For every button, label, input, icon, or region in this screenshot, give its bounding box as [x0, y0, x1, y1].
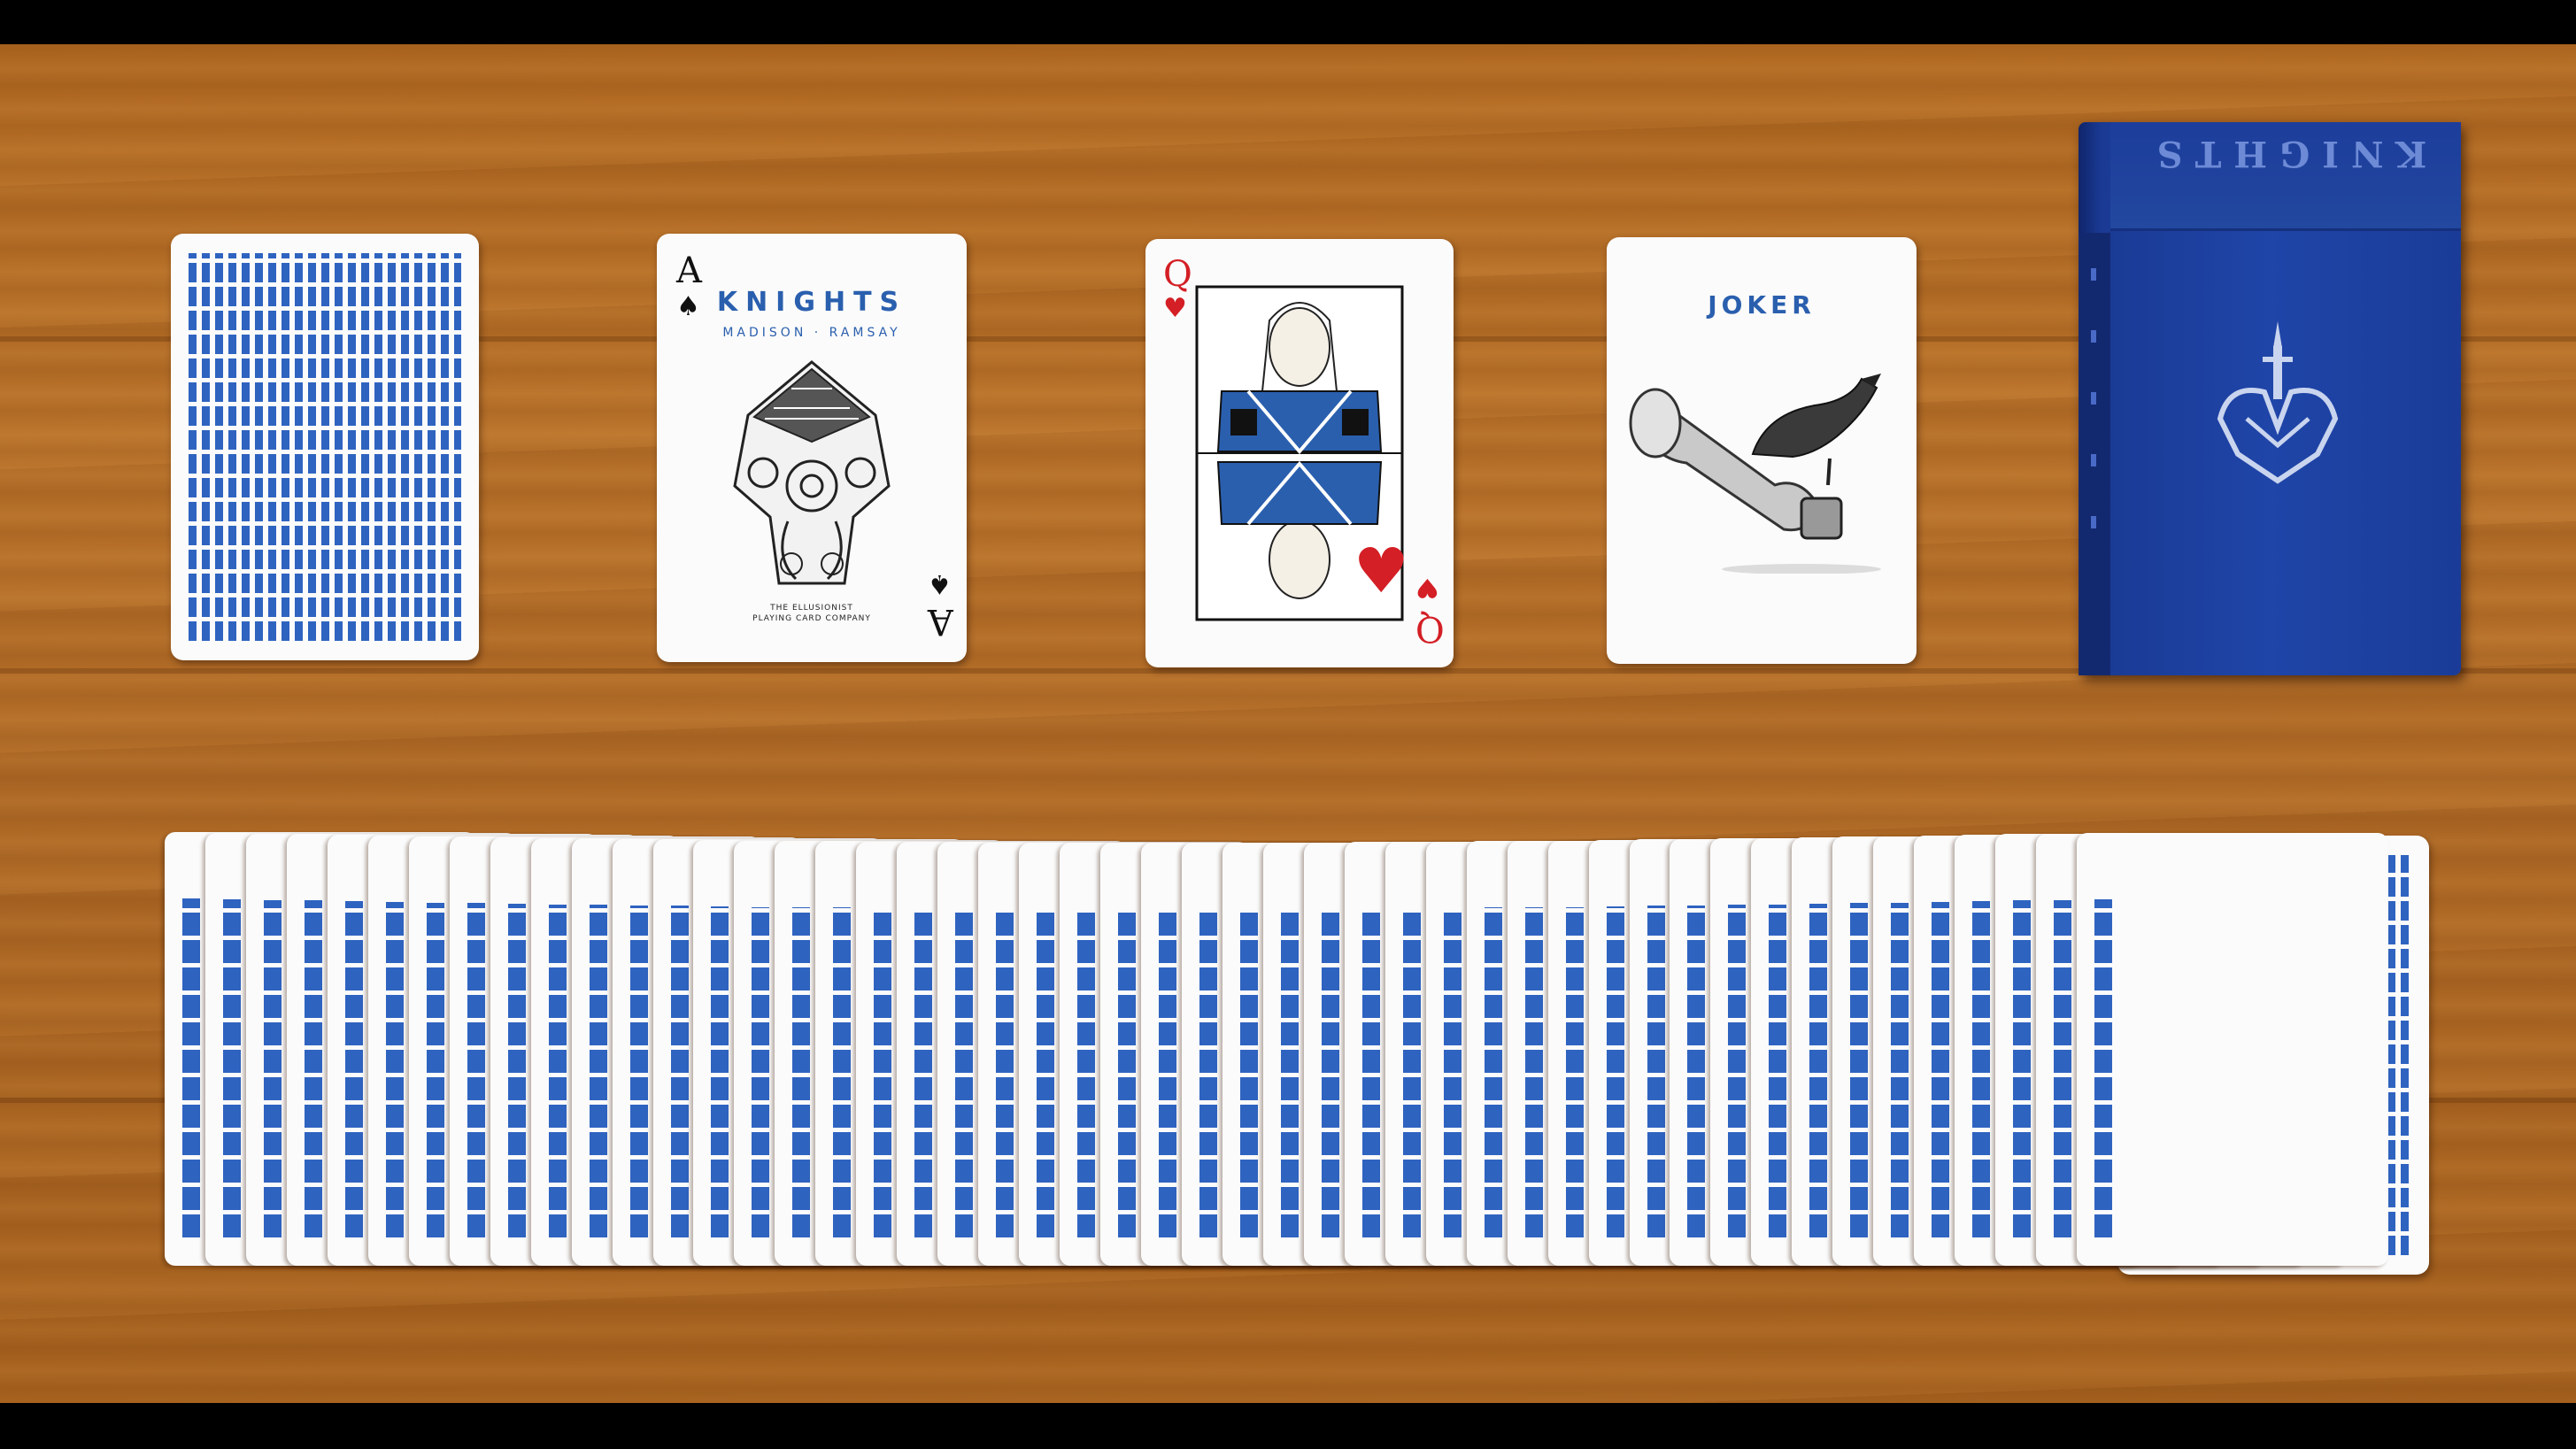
card-edge-pattern — [914, 908, 932, 1237]
card-edge-pattern — [2054, 900, 2071, 1237]
card-edge-pattern — [671, 906, 689, 1237]
box-side-mark — [2091, 392, 2096, 405]
card-edge-pattern — [792, 907, 810, 1237]
card-edge-pattern — [508, 904, 526, 1237]
card-edge-pattern — [630, 906, 648, 1237]
box-side-mark — [2091, 516, 2096, 528]
card-edge-pattern — [1728, 905, 1746, 1237]
card-box-title: KNIGHTS — [2144, 133, 2427, 174]
ace-of-spades-card: A ♠ KNIGHTS MADISON · RAMSAY THE ELLUSIO… — [657, 234, 967, 662]
card-edge-pattern — [549, 905, 567, 1237]
box-side-mark — [2091, 330, 2096, 343]
card-edge-pattern — [467, 903, 485, 1237]
card-edge-pattern — [1077, 909, 1095, 1237]
card-edge-pattern — [711, 906, 729, 1237]
heart-large-pip: ♥ — [1354, 535, 1409, 607]
card-edge-pattern — [427, 903, 444, 1237]
card-edge-pattern — [1607, 906, 1624, 1237]
card-back-pattern — [189, 253, 461, 641]
knight-helmet-illustration — [733, 360, 891, 585]
card-edge-pattern — [2094, 899, 2112, 1237]
card-edge-pattern — [1037, 909, 1054, 1237]
card-edge-pattern — [1972, 901, 1990, 1237]
card-box-side — [2079, 233, 2110, 675]
spade-pip-bottom: ♠ — [928, 568, 952, 599]
fanned-card-edge — [2077, 833, 2388, 1266]
queen-rank-bottom: Q — [1415, 608, 1445, 649]
ace-footer-line2: PLAYING CARD COMPANY — [752, 614, 871, 623]
card-edge-pattern — [874, 908, 891, 1237]
card-edge-pattern — [1891, 903, 1909, 1237]
ace-rank-top: A — [676, 250, 702, 291]
card-edge-pattern — [1403, 908, 1421, 1237]
card-edge-pattern — [1525, 907, 1543, 1237]
card-edge-pattern — [182, 898, 200, 1237]
ace-rank-bottom: A — [928, 601, 953, 642]
card-edge-pattern — [1199, 909, 1217, 1237]
card-edge-pattern — [386, 902, 404, 1237]
card-edge-pattern — [1932, 902, 1949, 1237]
card-edge-pattern — [305, 900, 322, 1237]
queen-of-hearts-card: Q ♥ ♥ ♥ Q — [1145, 239, 1454, 667]
card-edge-pattern — [1809, 904, 1827, 1237]
raven-on-fallen-king-illustration — [1629, 374, 1881, 574]
card-edge-pattern — [1444, 908, 1462, 1237]
card-edge-pattern — [1281, 909, 1299, 1237]
joker-title: JOKER — [1708, 290, 1816, 320]
heart-pip-top: ♥ — [1163, 293, 1187, 324]
card-edge-pattern — [590, 905, 607, 1237]
ace-subtitle: MADISON · RAMSAY — [722, 326, 901, 340]
bottom-letterbox-bar — [0, 1403, 2576, 1449]
card-edge-pattern — [1687, 906, 1705, 1237]
card-edge-pattern — [223, 899, 241, 1237]
card-edge-pattern — [264, 900, 282, 1237]
fanned-deck — [165, 832, 2433, 1275]
card-edge-pattern — [1362, 908, 1380, 1237]
card-edge-pattern — [833, 907, 851, 1237]
card-edge-pattern — [1769, 905, 1786, 1237]
ace-brand: KNIGHTS — [716, 287, 907, 318]
card-edge-pattern — [955, 908, 973, 1237]
box-side-mark — [2091, 454, 2096, 466]
card-back — [171, 234, 479, 660]
knight-emblem-icon — [2217, 321, 2339, 484]
card-edge-pattern — [1240, 909, 1258, 1237]
heart-pip-bottom: ♥ — [1415, 572, 1439, 603]
top-letterbox-bar — [0, 0, 2576, 44]
card-edge-pattern — [1647, 906, 1665, 1237]
card-edge-pattern — [2013, 900, 2031, 1237]
card-box-top: KNIGHTS — [2110, 122, 2461, 231]
card-edge-pattern — [1566, 907, 1584, 1237]
card-edge-pattern — [1850, 903, 1868, 1237]
card-edge-pattern — [1118, 909, 1136, 1237]
queen-rank-top: Q — [1163, 254, 1192, 295]
card-edge-pattern — [1322, 909, 1339, 1237]
box-side-mark — [2091, 268, 2096, 281]
ace-footer-line1: THE ELLUSIONIST — [770, 604, 853, 613]
card-box: KNIGHTS — [2079, 122, 2461, 675]
card-edge-pattern — [345, 901, 363, 1237]
card-edge-pattern — [996, 909, 1014, 1237]
card-edge-pattern — [752, 907, 769, 1237]
card-edge-pattern — [1485, 907, 1502, 1237]
card-edge-pattern — [1159, 909, 1176, 1237]
joker-card: JOKER — [1607, 237, 1917, 664]
